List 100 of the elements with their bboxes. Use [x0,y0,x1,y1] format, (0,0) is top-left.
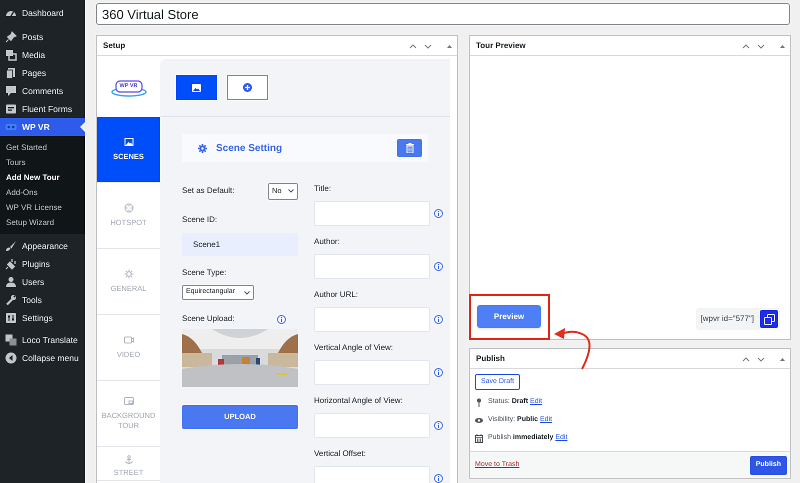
chevron-down-icon [244,290,250,294]
info-icon [434,421,443,430]
field-label: Scene Type: [182,267,228,279]
copy-icon [764,314,774,324]
text-field[interactable] [314,413,430,438]
eye-icon [475,416,483,424]
panel-title: Tour Preview [476,40,526,52]
panel-title: Setup [103,40,126,52]
sidebar-item[interactable]: Loco Translate [0,331,85,349]
copy-button[interactable] [760,310,778,328]
info-icon [277,314,286,324]
field-label: Vertical Offset: [314,448,367,460]
logo-ring-icon [110,79,146,97]
scene-button[interactable] [176,75,217,100]
sidebar-item[interactable]: Users [0,273,85,291]
shortcode-text: [wpvr id="577"] [700,313,754,325]
info-icon [434,315,443,324]
sidebar-label: Posts [22,30,44,44]
sidebar-item[interactable]: Dashboard [0,4,85,22]
sidebar-label: WP VR [22,120,50,134]
translate-icon [5,334,17,346]
field-label: Scene Upload: [182,313,234,325]
title-field[interactable]: 360 Virtual Store [96,3,790,25]
field-label: Scene ID: [182,214,218,226]
paintbrush-icon [5,240,17,252]
annotation-arrow [554,328,590,370]
sidebar-item[interactable]: Fluent Forms [0,100,85,118]
info-icon [434,474,443,483]
sidebar-label: Dashboard [22,6,64,20]
panel-controls-icon [742,42,786,50]
info-icon [434,368,443,377]
submenu-item[interactable]: Setup Wizard [0,215,85,230]
submenu-item[interactable]: Tours [0,155,85,170]
field-label: Author URL: [314,289,360,301]
panel-controls-icon [409,42,453,50]
calendar-icon [475,434,483,442]
sidebar-item[interactable]: Plugins [0,255,85,273]
text-field[interactable] [314,254,430,279]
user-icon [5,276,17,288]
text-field[interactable] [314,201,430,226]
submenu-item[interactable]: Add-Ons [0,185,85,200]
submenu-item[interactable]: Add New Tour [0,170,85,185]
panel-controls-icon [742,354,786,362]
info-icon [434,209,443,218]
speech-bubble-icon [5,85,17,97]
document-icon [5,67,17,79]
preview-button[interactable]: Preview [477,305,541,328]
sidebar-label: Fluent Forms [22,102,72,116]
trash-icon [406,143,414,153]
anchor-icon [124,455,134,465]
gear-icon [124,269,134,279]
submenu-item[interactable]: Get Started [0,140,85,155]
field-label: Set as Default: [182,185,234,197]
sidebar-label: Tools [22,294,42,306]
field-label: Horizontal Angle of View: [314,395,404,407]
plus-circle-icon [243,83,252,92]
text-field[interactable] [314,307,430,332]
media-icon [5,49,17,61]
sidebar-label: Appearance [22,240,68,252]
sidebar-label: Media [22,48,46,62]
sidebar-label: Pages [22,66,46,80]
gear-icon [198,144,207,152]
sidebar-item[interactable]: Pages [0,64,85,82]
sidebar-item[interactable]: Appearance [0,237,85,255]
field-label: Title: [314,183,332,195]
field-label: Author: [314,236,341,248]
delete-button[interactable] [397,139,422,157]
chevron-down-icon [288,189,294,193]
sidebar-item[interactable]: WP VR [0,118,85,136]
image-icon [192,84,201,92]
pin-icon [475,398,483,406]
scene-id-field[interactable]: Scene1 [182,233,298,256]
vr-headset-icon [5,121,17,133]
panel-title: Publish [476,352,505,364]
picture-in-picture-icon [124,396,134,406]
submenu-item[interactable]: WP VR License [0,200,85,215]
sidebar-item[interactable]: Tools [0,291,85,309]
video-camera-icon [124,335,134,345]
sidebar-item[interactable]: Settings [0,309,85,327]
sliders-icon [5,312,17,324]
plug-icon [5,258,17,270]
sidebar-item[interactable]: Comments [0,82,85,100]
collapse-circle-icon [5,352,17,364]
sidebar-label: Loco Translate [22,334,78,346]
wrench-icon [5,294,17,306]
info-icon [434,262,443,271]
current-pointer-icon [80,122,85,132]
pushpin-icon [5,31,17,43]
sidebar-item[interactable]: Posts [0,28,85,46]
sidebar-item[interactable]: Collapse menu [0,349,85,367]
sidebar-label: Settings [22,312,53,324]
field-label: Vertical Angle of View: [314,342,394,354]
sidebar-label: Users [22,276,44,288]
sidebar-label: Comments [22,84,64,98]
text-field[interactable] [314,360,430,385]
sidebar-label: Collapse menu [22,352,79,364]
sidebar-item[interactable]: Media [0,46,85,64]
sidebar-label: Plugins [22,258,50,270]
crosshair-icon [124,203,134,213]
scene-button[interactable] [227,75,268,100]
